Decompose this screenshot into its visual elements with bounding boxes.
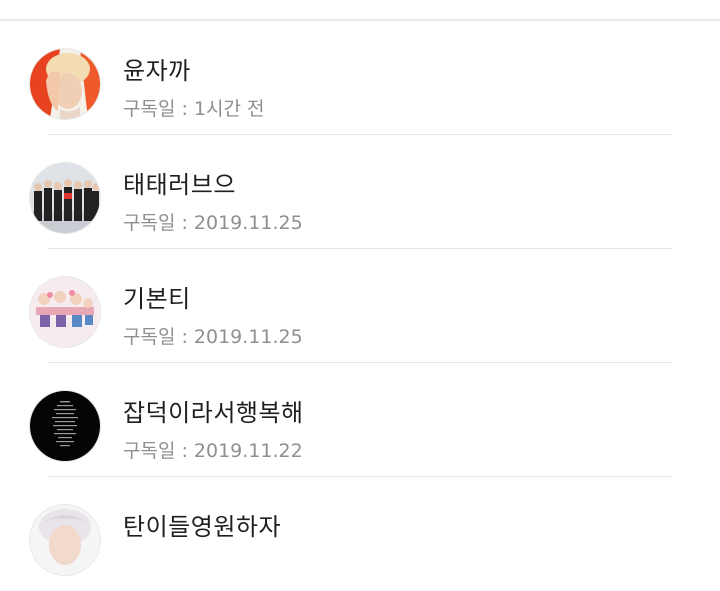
subscribe-date-value: 1시간 전: [193, 98, 265, 120]
list-item[interactable]: 탄이들영원하자: [0, 477, 720, 591]
avatar[interactable]: [30, 163, 100, 233]
avatar[interactable]: [30, 391, 100, 461]
avatar-photo-icon: [30, 277, 100, 347]
subscriber-name: 탄이들영원하자: [123, 513, 282, 541]
subscriber-name: 잡덕이라서행복해: [123, 399, 304, 427]
avatar[interactable]: [30, 277, 100, 347]
top-bar: [0, 0, 720, 21]
avatar-photo-icon: [30, 163, 100, 233]
subscribe-date: 구독일 : 2019.11.22: [123, 436, 303, 463]
avatar[interactable]: [30, 505, 100, 575]
subscribe-date-value: 2019.11.25: [193, 326, 303, 348]
list-item[interactable]: 잡덕이라서행복해 구독일 : 2019.11.22: [0, 363, 720, 477]
subscribe-date-label: 구독일 :: [123, 326, 194, 348]
subscribe-date: 구독일 : 2019.11.25: [123, 208, 303, 235]
subscribe-date-value: 2019.11.22: [193, 440, 303, 462]
subscribe-date-label: 구독일 :: [123, 98, 194, 120]
subscriber-name: 윤자까: [123, 57, 191, 85]
subscribe-date-label: 구독일 :: [123, 212, 194, 234]
avatar-photo-icon: [30, 391, 100, 461]
subscribe-date-value: 2019.11.25: [193, 212, 303, 234]
subscribe-date: 구독일 : 1시간 전: [123, 94, 265, 121]
list-item[interactable]: 태태러브으 구독일 : 2019.11.25: [0, 135, 720, 249]
subscribe-date-label: 구독일 :: [123, 440, 194, 462]
subscribe-date: 구독일 : 2019.11.25: [123, 322, 303, 349]
avatar[interactable]: [30, 49, 100, 119]
subscriber-name: 태태러브으: [123, 171, 236, 199]
subscription-list: 윤자까 구독일 : 1시간 전 태태러브으 구독일: 2019.11.25 기…: [0, 21, 720, 591]
subscriber-name: 기본티: [123, 285, 191, 313]
list-item[interactable]: 기본티 구독일 : 2019.11.25: [0, 249, 720, 363]
avatar-photo-icon: [30, 49, 100, 119]
avatar-photo-icon: [30, 505, 100, 575]
list-item[interactable]: 윤자까 구독일 : 1시간 전: [0, 21, 720, 135]
